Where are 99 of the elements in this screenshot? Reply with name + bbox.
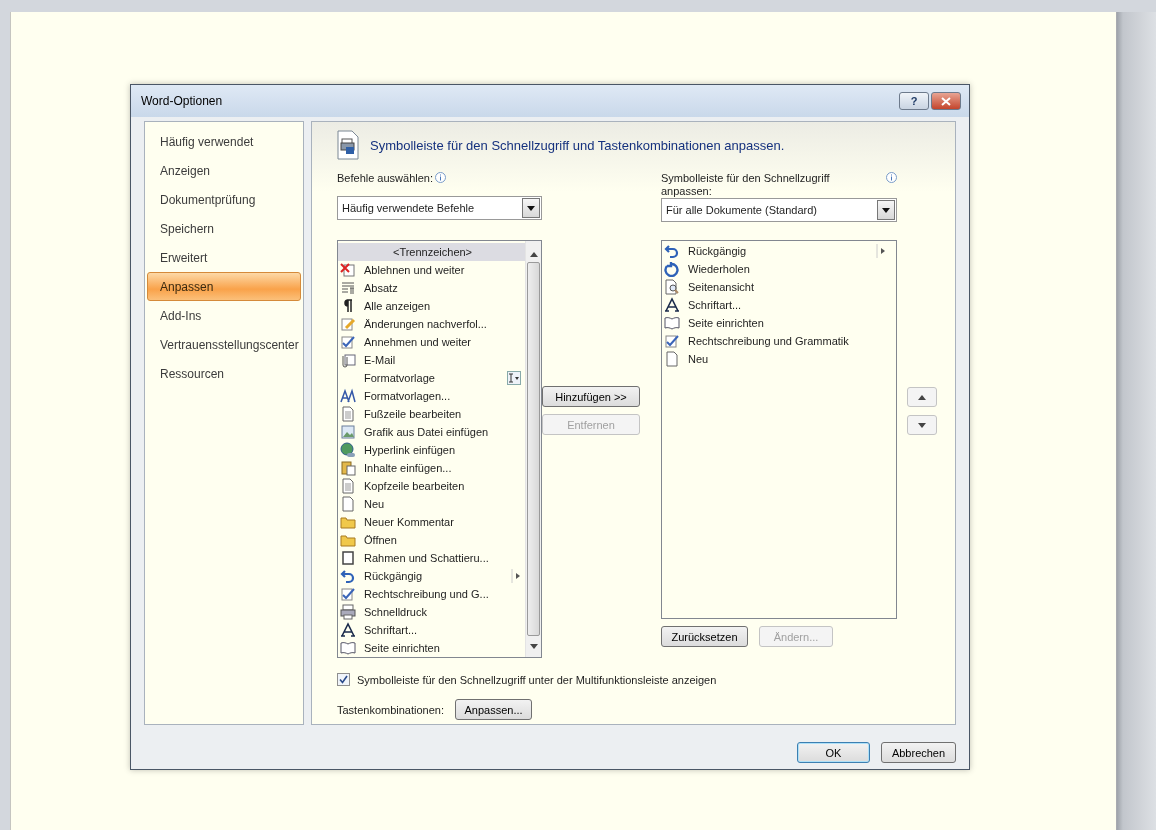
command-list-item[interactable]: Schriftart... bbox=[338, 621, 525, 639]
sidebar-item[interactable]: Anzeigen bbox=[147, 156, 301, 185]
command-list-item[interactable]: Änderungen nachverfol... bbox=[338, 315, 525, 333]
ok-button[interactable]: OK bbox=[797, 742, 870, 763]
command-list-item[interactable]: Annehmen und weiter bbox=[338, 333, 525, 351]
page-lines-icon bbox=[340, 478, 356, 494]
styles-letters-icon bbox=[340, 388, 356, 404]
page-cross-icon bbox=[340, 262, 356, 278]
sidebar-item[interactable]: Anpassen bbox=[147, 272, 301, 301]
command-list-item[interactable]: Ablehnen und weiter bbox=[338, 261, 525, 279]
submenu-arrow-icon bbox=[511, 569, 521, 583]
paragraph-lines-icon bbox=[340, 280, 356, 296]
command-list-item[interactable]: Rechtschreibung und G... bbox=[338, 585, 525, 603]
command-list-item[interactable]: Formatvorlagen... bbox=[338, 387, 525, 405]
command-list-item[interactable]: Seite einrichten bbox=[662, 314, 890, 332]
command-list-item[interactable]: Rückgängig bbox=[338, 567, 525, 585]
page-checkmark-icon bbox=[340, 334, 356, 350]
field-label: Symbolleiste für den Schnellzugriff anpassen: bbox=[661, 172, 831, 198]
text-cursor-dropdown-icon bbox=[507, 371, 521, 385]
command-list-item[interactable]: Rückgängig bbox=[662, 242, 890, 260]
letter-icon bbox=[340, 622, 356, 638]
printer-icon bbox=[340, 604, 356, 620]
shortcuts-label: Tastenkombinationen: bbox=[337, 703, 444, 716]
command-list-item[interactable]: Fußzeile bearbeiten bbox=[338, 405, 525, 423]
window-title: Word-Optionen bbox=[141, 94, 223, 108]
command-list-item[interactable]: Wiederholen bbox=[662, 260, 890, 278]
undo-icon bbox=[340, 568, 356, 584]
page-lines-icon bbox=[340, 406, 356, 422]
open-book-icon bbox=[340, 640, 356, 656]
command-list-item[interactable]: Seitenansicht bbox=[662, 278, 890, 296]
page-checkmark-icon bbox=[664, 333, 680, 349]
page-magnifier-icon bbox=[664, 279, 680, 295]
command-list-item[interactable]: Grafik aus Datei einfügen bbox=[338, 423, 525, 441]
sidebar-item[interactable]: Speichern bbox=[147, 214, 301, 243]
section-title: Symbolleiste für den Schnellzugriff und Tastenkombinationen anpassen. bbox=[370, 137, 785, 153]
scrollbar[interactable] bbox=[525, 241, 541, 657]
sidebar-item[interactable]: Vertrauensstellungscenter bbox=[147, 330, 301, 359]
move-down-button[interactable] bbox=[907, 415, 937, 435]
sidebar-item[interactable]: Häufig verwendet bbox=[147, 127, 301, 156]
command-list-item[interactable]: Inhalte einfügen... bbox=[338, 459, 525, 477]
cancel-button[interactable]: Abbrechen bbox=[881, 742, 956, 763]
customize-button[interactable]: Anpassen... bbox=[455, 699, 532, 720]
command-list-item[interactable]: Schriftart... bbox=[662, 296, 890, 314]
sidebar-item[interactable]: Add-Ins bbox=[147, 301, 301, 330]
command-list-item[interactable]: Neu bbox=[662, 350, 890, 368]
command-list-item[interactable]: Seite einrichten bbox=[338, 639, 525, 657]
commands-dropdown[interactable]: Häufig verwendete Befehle bbox=[337, 196, 542, 220]
command-list-item[interactable]: Alle anzeigen bbox=[338, 297, 525, 315]
undo-icon bbox=[664, 243, 680, 259]
sidebar-item[interactable]: Ressourcen bbox=[147, 359, 301, 388]
move-up-button[interactable] bbox=[907, 387, 937, 407]
checkbox[interactable] bbox=[337, 673, 350, 686]
close-button[interactable] bbox=[931, 92, 961, 110]
command-list-item[interactable]: Rechtschreibung und Grammatik bbox=[662, 332, 890, 350]
sidebar-item[interactable]: Dokumentprüfung bbox=[147, 185, 301, 214]
folder-icon bbox=[340, 532, 356, 548]
command-list-item[interactable]: Absatz bbox=[338, 279, 525, 297]
page-pencil-icon bbox=[340, 316, 356, 332]
paperclip-page-icon bbox=[340, 352, 356, 368]
dropdown-value: Häufig verwendete Befehle bbox=[342, 202, 475, 214]
checkbox-label: Symbolleiste für den Schnellzugriff unter der Multifunktionsleiste anzeigen bbox=[357, 673, 717, 686]
command-list-item[interactable]: Hyperlink einfügen bbox=[338, 441, 525, 459]
open-book-icon bbox=[664, 315, 680, 331]
down-arrow-icon bbox=[918, 422, 926, 428]
command-list-item[interactable]: Kopfzeile bearbeiten bbox=[338, 477, 525, 495]
picture-icon bbox=[340, 424, 356, 440]
sidebar-item[interactable]: Erweitert bbox=[147, 243, 301, 272]
command-list-item[interactable]: Neu bbox=[338, 495, 525, 513]
command-list-item[interactable]: Öffnen bbox=[338, 531, 525, 549]
command-list-item[interactable]: Rahmen und Schattieru... bbox=[338, 549, 525, 567]
folder-icon bbox=[340, 514, 356, 530]
dropdown-value: Für alle Dokumente (Standard) bbox=[666, 204, 817, 216]
up-arrow-icon bbox=[529, 252, 538, 257]
redo-icon bbox=[664, 261, 680, 277]
page-border-icon bbox=[340, 550, 356, 566]
submenu-arrow-icon bbox=[876, 244, 886, 258]
checkmark-icon bbox=[339, 675, 348, 684]
command-list-item[interactable]: E-Mail bbox=[338, 351, 525, 369]
info-icon[interactable] bbox=[435, 172, 446, 183]
info-icon[interactable] bbox=[886, 172, 897, 183]
globe-link-icon bbox=[340, 442, 356, 458]
add-button[interactable]: Hinzufügen >> bbox=[542, 386, 640, 407]
toolbar-scope-dropdown[interactable]: Für alle Dokumente (Standard) bbox=[661, 198, 897, 222]
help-button[interactable]: ? bbox=[899, 92, 929, 110]
blank-page-icon bbox=[664, 351, 680, 367]
command-list-item[interactable]: Schnelldruck bbox=[338, 603, 525, 621]
up-arrow-icon bbox=[918, 394, 926, 400]
command-list-item[interactable]: <Trennzeichen> bbox=[338, 243, 525, 261]
page-printer-icon bbox=[337, 130, 359, 160]
blank-page-icon bbox=[340, 496, 356, 512]
clipboard-icon bbox=[340, 460, 356, 476]
field-label: Befehle auswählen: bbox=[337, 172, 433, 185]
letter-icon bbox=[664, 297, 680, 313]
command-list-item[interactable]: Neuer Kommentar bbox=[338, 513, 525, 531]
close-icon bbox=[941, 96, 951, 106]
page-checkmark-icon bbox=[340, 586, 356, 602]
command-list-item[interactable]: Formatvorlage bbox=[338, 369, 525, 387]
reset-button[interactable]: Zurücksetzen bbox=[661, 626, 748, 647]
down-arrow-icon bbox=[529, 644, 538, 649]
